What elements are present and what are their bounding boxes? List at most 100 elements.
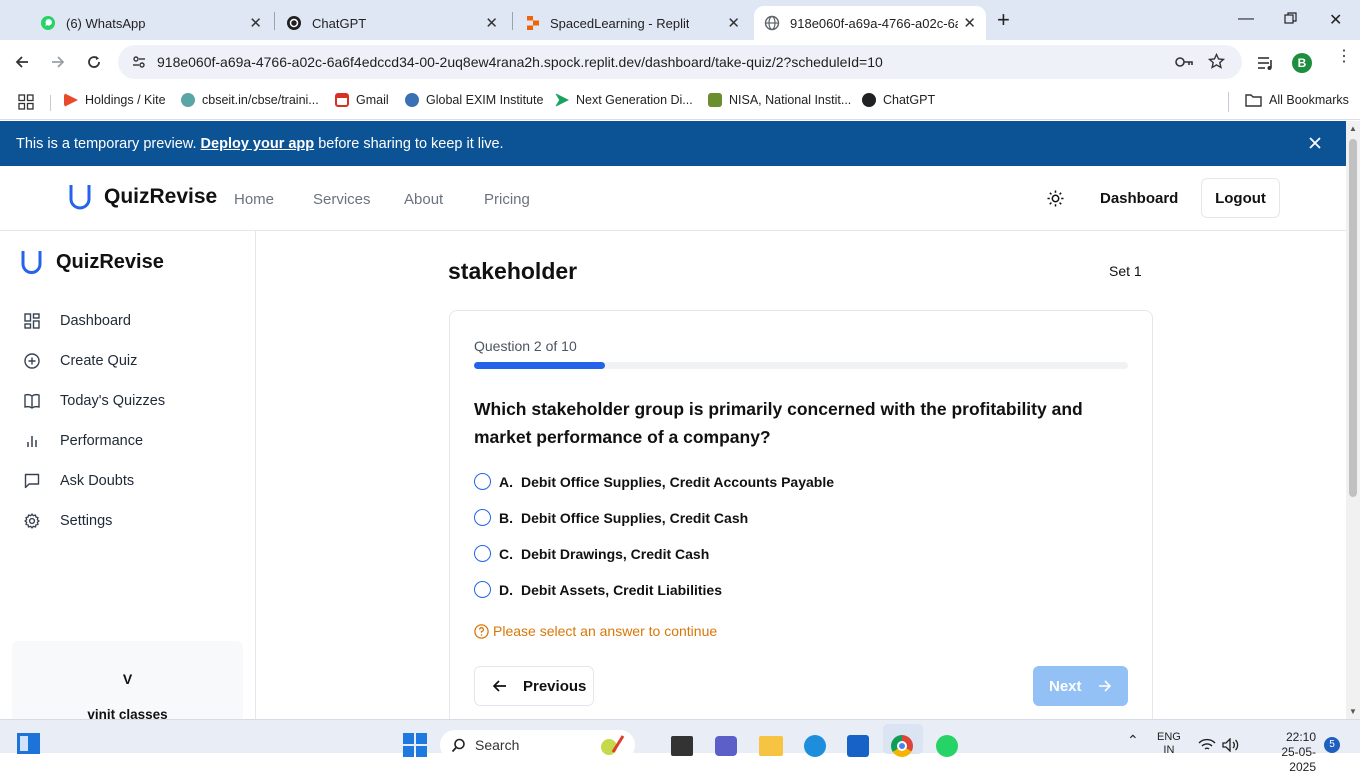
tab-replit[interactable]: SpacedLearning - Replit ✕ — [514, 6, 750, 40]
language-indicator[interactable]: ENG IN — [1157, 731, 1181, 757]
address-bar-row: 918e060f-a69a-4766-a02c-6a6f4edccd34-00-… — [0, 40, 1360, 86]
reload-icon[interactable] — [86, 54, 102, 70]
search-icon — [451, 738, 466, 753]
folder-icon — [1245, 93, 1262, 107]
wifi-icon[interactable] — [1198, 738, 1216, 752]
validation-warning: Please select an answer to continue — [474, 623, 717, 639]
media-controls-icon[interactable] — [1257, 55, 1275, 71]
file-explorer-icon[interactable] — [759, 736, 783, 756]
user-profile-card[interactable]: V vinit classes — [12, 641, 243, 731]
task-view-icon[interactable] — [671, 736, 693, 756]
sun-icon[interactable] — [1047, 190, 1064, 207]
minimize-icon[interactable]: — — [1238, 10, 1254, 28]
logout-button[interactable]: Logout — [1201, 178, 1280, 218]
globe-icon — [764, 15, 780, 31]
next-button[interactable]: Next — [1033, 666, 1128, 706]
scroll-up-icon[interactable]: ▲ — [1349, 124, 1357, 133]
taskbar-search[interactable]: Search — [440, 730, 635, 760]
nav-pricing[interactable]: Pricing — [484, 191, 530, 208]
tab-active-preview[interactable]: 918e060f-a69a-4766-a02c-6a6f ✕ — [754, 6, 986, 40]
edge-icon[interactable] — [804, 735, 826, 757]
tab-whatsapp[interactable]: (6) WhatsApp ✕ — [40, 6, 272, 40]
tab-divider — [512, 12, 513, 30]
radio-button[interactable] — [474, 545, 491, 562]
sidebar-item-settings[interactable]: Settings — [24, 513, 112, 529]
close-tab-icon[interactable]: ✕ — [249, 14, 262, 32]
bookmark-nextgen[interactable]: Next Generation Di... — [555, 93, 693, 107]
store-icon[interactable] — [847, 735, 869, 757]
tab-chatgpt[interactable]: ChatGPT ✕ — [276, 6, 508, 40]
radio-button[interactable] — [474, 509, 491, 526]
close-banner-icon[interactable] — [1308, 136, 1322, 150]
volume-icon[interactable] — [1222, 738, 1240, 752]
page-scrollbar[interactable]: ▲ ▼ — [1346, 121, 1360, 719]
url-text[interactable]: 918e060f-a69a-4766-a02c-6a6f4edccd34-00-… — [157, 54, 883, 70]
bookmark-cbse[interactable]: cbseit.in/cbse/traini... — [181, 93, 319, 107]
option-d[interactable]: D. Debit Assets, Credit Liabilities — [474, 581, 722, 598]
bookmark-nisa[interactable]: NISA, National Instit... — [708, 93, 851, 107]
close-window-icon[interactable]: ✕ — [1329, 10, 1342, 30]
dashboard-link[interactable]: Dashboard — [1100, 190, 1178, 207]
tab-title: SpacedLearning - Replit — [550, 15, 690, 31]
bookmark-exim[interactable]: Global EXIM Institute — [405, 93, 543, 107]
password-key-icon[interactable] — [1174, 55, 1194, 69]
logo-icon — [68, 184, 92, 210]
question-counter: Question 2 of 10 — [474, 338, 577, 354]
chrome-taskbar-button[interactable] — [883, 724, 923, 757]
option-b[interactable]: B. Debit Office Supplies, Credit Cash — [474, 509, 748, 526]
apps-grid-icon[interactable] — [18, 94, 34, 110]
sidebar-item-ask-doubts[interactable]: Ask Doubts — [24, 473, 134, 489]
notification-badge[interactable]: 5 — [1324, 737, 1340, 753]
omnibox[interactable]: 918e060f-a69a-4766-a02c-6a6f4edccd34-00-… — [118, 45, 1242, 79]
radio-button[interactable] — [474, 581, 491, 598]
deploy-link[interactable]: Deploy your app — [201, 136, 315, 152]
close-tab-icon[interactable]: ✕ — [727, 14, 740, 32]
restore-icon[interactable] — [1284, 12, 1297, 25]
nextgen-icon — [555, 93, 569, 107]
bar-chart-icon — [24, 433, 60, 449]
bookmark-chatgpt[interactable]: ChatGPT — [862, 93, 935, 107]
sidebar-item-create-quiz[interactable]: Create Quiz — [24, 353, 137, 369]
teams-icon[interactable] — [715, 736, 737, 756]
chrome-menu-icon[interactable]: ⋮ — [1336, 49, 1352, 65]
scrollbar-thumb[interactable] — [1349, 139, 1357, 497]
bookmark-gmail[interactable]: Gmail — [335, 93, 389, 107]
grid-icon — [24, 313, 60, 329]
chrome-icon — [891, 735, 913, 757]
gear-icon — [24, 513, 60, 529]
sidebar-item-dashboard[interactable]: Dashboard — [24, 313, 131, 329]
previous-button[interactable]: Previous — [474, 666, 594, 706]
exim-icon — [405, 93, 419, 107]
new-tab-icon[interactable]: + — [997, 7, 1010, 33]
site-settings-icon[interactable] — [132, 55, 146, 69]
profile-avatar[interactable]: B — [1292, 53, 1312, 73]
bookmark-kite[interactable]: Holdings / Kite — [64, 93, 166, 107]
sidebar-brand[interactable]: QuizRevise — [20, 250, 164, 275]
question-card: Question 2 of 10 Which stakeholder group… — [449, 310, 1153, 730]
banner-text-suffix: before sharing to keep it live. — [318, 136, 504, 152]
radio-button[interactable] — [474, 473, 491, 490]
option-letter: B. — [499, 509, 513, 526]
close-tab-icon[interactable]: ✕ — [485, 14, 498, 32]
tab-divider — [274, 12, 275, 30]
close-tab-icon[interactable]: ✕ — [963, 14, 976, 32]
nav-home[interactable]: Home — [234, 191, 274, 208]
nav-services[interactable]: Services — [313, 191, 371, 208]
scroll-down-icon[interactable]: ▼ — [1349, 707, 1357, 716]
chevron-up-icon[interactable]: ⌃ — [1127, 732, 1139, 749]
forward-icon[interactable] — [50, 54, 66, 70]
all-bookmarks[interactable]: All Bookmarks — [1245, 93, 1349, 107]
preview-banner: This is a temporary preview. Deploy your… — [0, 121, 1346, 166]
widgets-icon[interactable] — [17, 733, 40, 754]
option-a[interactable]: A. Debit Office Supplies, Credit Account… — [474, 473, 834, 490]
back-icon[interactable] — [14, 54, 30, 70]
navbar-brand[interactable]: QuizRevise — [68, 184, 217, 210]
bookmark-star-icon[interactable] — [1208, 53, 1225, 70]
option-c[interactable]: C. Debit Drawings, Credit Cash — [474, 545, 709, 562]
chatgpt-icon — [286, 15, 302, 31]
whatsapp-icon[interactable] — [936, 735, 958, 757]
nav-about[interactable]: About — [404, 191, 443, 208]
sidebar-item-performance[interactable]: Performance — [24, 433, 143, 449]
sidebar-item-todays-quizzes[interactable]: Today's Quizzes — [24, 393, 165, 409]
windows-start-icon[interactable] — [403, 733, 427, 757]
